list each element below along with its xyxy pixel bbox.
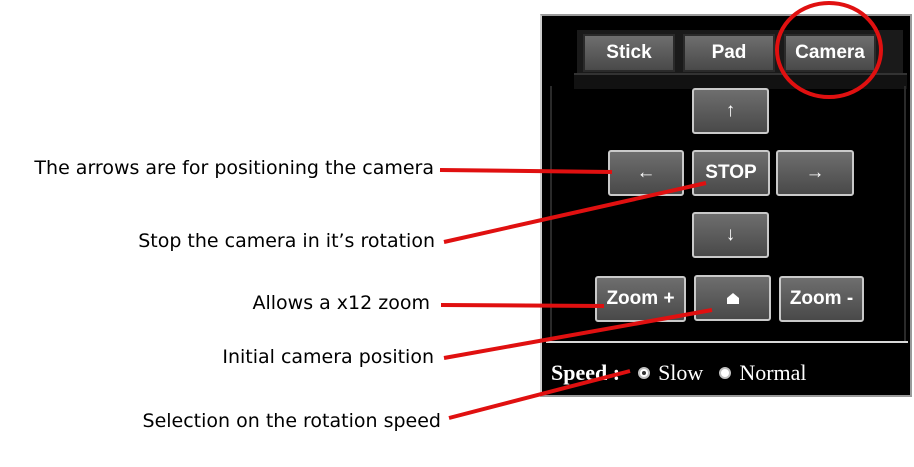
- annotation-overlay: [439, 1, 883, 420]
- camera-tab-highlight-circle: [775, 1, 883, 99]
- pointer-home-line: [443, 308, 713, 360]
- pointer-stop-line: [443, 181, 707, 244]
- pointer-speed-line: [448, 369, 631, 420]
- pointer-zoom-line: [440, 303, 605, 308]
- pointer-arrows-line: [439, 168, 613, 174]
